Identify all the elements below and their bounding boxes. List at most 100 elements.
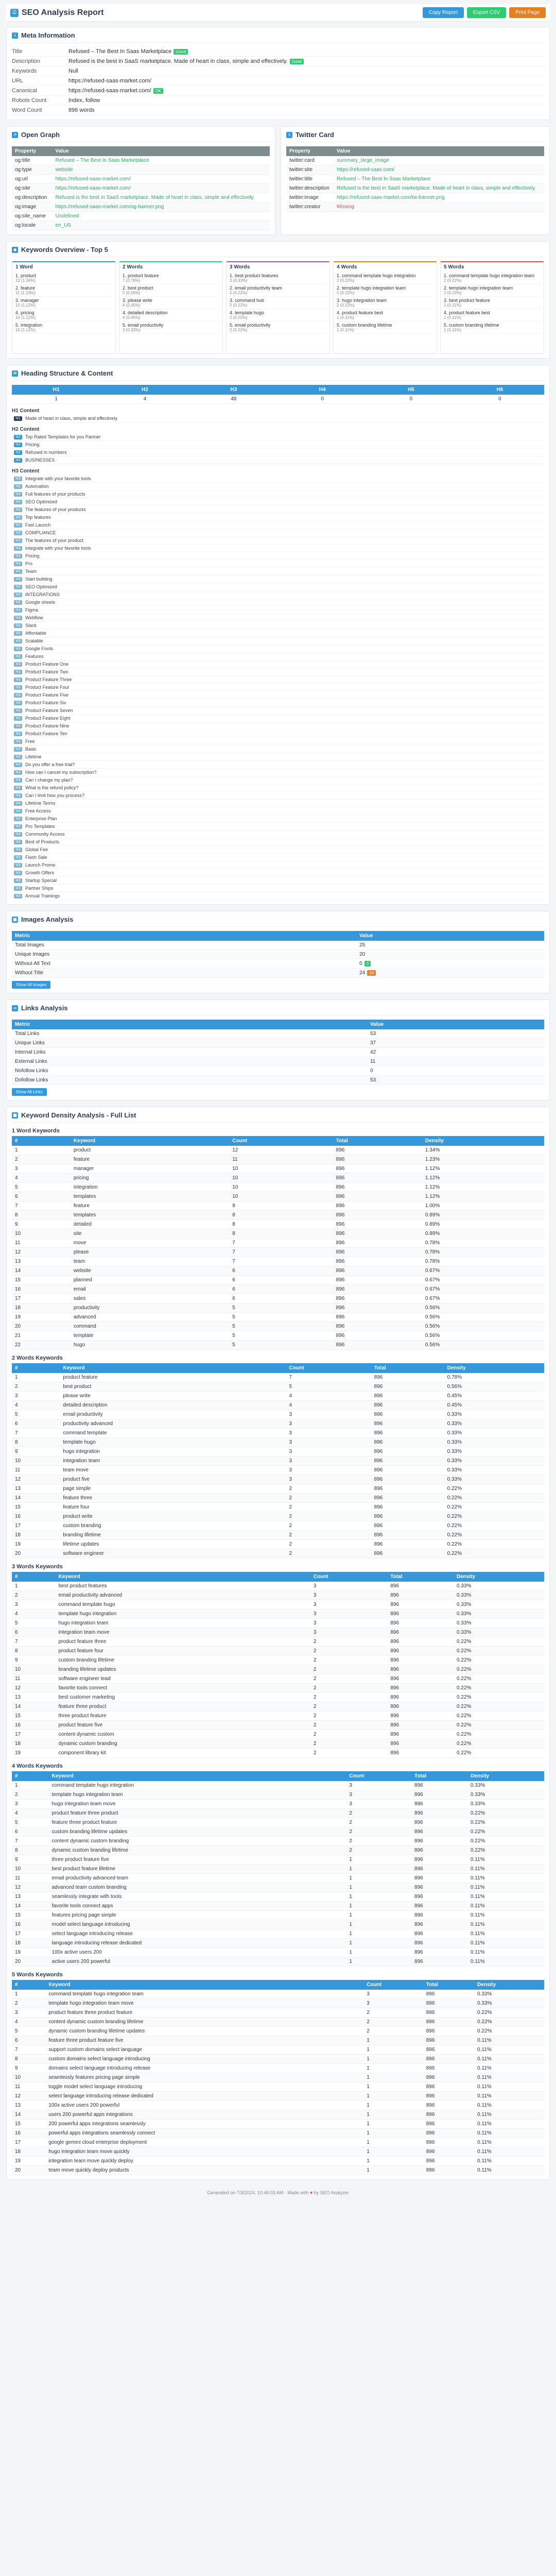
table-cell: feature three product xyxy=(55,1702,310,1711)
table-cell: 10 xyxy=(229,1192,333,1201)
meta-key: URL xyxy=(12,78,24,84)
heading-text: Enterprise Plan xyxy=(25,816,57,821)
table-cell: 0.67% xyxy=(422,1284,544,1294)
table-cell: 0.33% xyxy=(444,1447,544,1456)
table-row: 7 feature 9 896 1.00% xyxy=(12,1201,544,1211)
heading-item: H3 Free xyxy=(12,738,544,745)
heading-item: H3 Lifetime Terms xyxy=(12,800,544,807)
table-row: og:description Refused is the best in Saa… xyxy=(12,193,270,202)
keyword-item: 5. custom branding lifetime 1 (0.11%) xyxy=(337,321,433,334)
table-cell: 896 xyxy=(411,1920,467,1929)
heading-text: The features of your products xyxy=(25,507,86,512)
table-cell: 896 xyxy=(333,1210,422,1220)
keyword-text: 3. hugo integration team xyxy=(337,298,387,303)
table-cell: 896 xyxy=(411,1799,467,1809)
table-cell: 896 xyxy=(371,1428,444,1438)
table-cell: 1 xyxy=(363,2082,423,2092)
table-cell: 0.11% xyxy=(474,2063,544,2073)
print-page-button[interactable]: Print Page xyxy=(509,7,546,18)
table-cell: 16 xyxy=(12,1920,49,1929)
header-actions: Copy Report Export CSV Print Page xyxy=(422,7,546,18)
table-cell: feature three xyxy=(60,1493,286,1503)
table-cell: 19 xyxy=(12,1947,49,1957)
table-cell: product feature xyxy=(60,1373,286,1382)
table-cell: select language introducing release dedi… xyxy=(45,2091,364,2101)
table-row: 19 integration team move quickly deploy 1 8… xyxy=(12,2156,544,2166)
table-cell: 0.33% xyxy=(444,1428,544,1438)
table-cell: three product feature five xyxy=(48,1855,346,1865)
column-header: Metric xyxy=(12,931,357,941)
heading-text: Google sheets xyxy=(25,600,56,605)
table-cell: 0.22% xyxy=(453,1730,544,1739)
table-row: 20 software engineer 2 896 0.22% xyxy=(12,1549,544,1558)
table-cell: seamlessly features pricing page simple xyxy=(45,2073,364,2082)
metric-cell: External Links xyxy=(12,1057,367,1066)
property-cell: twitter:creator xyxy=(286,202,334,212)
table-row: 3 product feature three product feature 2 8… xyxy=(12,2008,544,2018)
heading-item: H3 Webflow xyxy=(12,614,544,622)
heading-item: H3 SEO Optimized xyxy=(12,583,544,591)
heading-tag: H3 xyxy=(14,631,22,636)
heading-tag: H3 xyxy=(14,731,22,736)
keyword-item: 1. command template hugo integration tea… xyxy=(444,272,541,284)
table-cell: 16 xyxy=(12,2128,46,2138)
table-cell: 4 xyxy=(12,1808,49,1818)
table-cell: 896 xyxy=(411,1836,467,1846)
table-cell: 0.33% xyxy=(467,1799,544,1809)
table-cell: 5 xyxy=(12,1182,71,1192)
keyword-count: 2 (0.22%) xyxy=(337,291,355,295)
table-row: 12 select language introducing release de… xyxy=(12,2091,544,2101)
keyword-text: 3. best product feature xyxy=(444,298,491,303)
heading-text: The features of your product xyxy=(25,538,84,543)
heading-tag: H3 xyxy=(14,808,22,814)
table-cell: 18 xyxy=(12,1938,49,1948)
heading-tag: H3 xyxy=(14,716,22,721)
table-cell: 3 xyxy=(310,1628,388,1637)
meta-value-text: Refused – The Best In Saas Marketplace xyxy=(68,48,172,55)
heading-text: Product Feature Two xyxy=(25,669,68,674)
show-all-links-button[interactable]: Show All Links xyxy=(12,1088,47,1096)
table-cell: hugo integration team xyxy=(55,1618,310,1628)
table-row: Total Images 25 xyxy=(12,941,544,950)
table-cell: 896 xyxy=(423,2073,475,2082)
heading-tag: H3 xyxy=(14,708,22,713)
keyword-item: 3. please write 4 (0.45%) xyxy=(123,297,219,309)
keyword-density-title: ▦ Keyword Density Analysis - Full List xyxy=(12,1111,544,1123)
table-row: 2 feature 11 896 1.23% xyxy=(12,1155,544,1164)
table-cell: 5 xyxy=(12,1618,56,1628)
export-csv-button[interactable]: Export CSV xyxy=(467,7,507,18)
table-cell: 0.11% xyxy=(474,2128,544,2138)
show-all-images-button[interactable]: Show All Images xyxy=(12,981,51,989)
table-row: 14 users 200 powerful apps integrations 1 8… xyxy=(12,2110,544,2120)
heading-item: H3 Can I change my plan? xyxy=(12,776,544,784)
heading-tag: H3 xyxy=(14,785,22,790)
table-cell: 18 xyxy=(12,1303,71,1313)
table-row: 6 integration team move 3 896 0.33% xyxy=(12,1628,544,1637)
heading-text: Figma xyxy=(25,607,39,613)
table-cell: 17 xyxy=(12,2138,46,2147)
heading-text: BUSINESSES xyxy=(25,457,55,463)
table-cell: 0.22% xyxy=(444,1539,544,1549)
table-cell: 896 xyxy=(411,1938,467,1948)
table-cell: 0.33% xyxy=(467,1790,544,1800)
table-row: 16 product write 2 896 0.22% xyxy=(12,1512,544,1521)
table-cell: content dynamic custom xyxy=(55,1730,310,1739)
column-header: Property xyxy=(12,146,53,156)
keyword-count: 1 (0.11%) xyxy=(444,303,462,308)
table-cell: 8 xyxy=(229,1229,333,1239)
column-header: # xyxy=(12,1136,71,1146)
page-title: SEO Analysis Report xyxy=(22,8,104,17)
table-row: 5 feature three product feature 2 896 0.22% xyxy=(12,1818,544,1827)
table-cell: 896 xyxy=(411,1929,467,1939)
heading-text: Features xyxy=(25,654,44,659)
heading-text: SEO Optimized xyxy=(25,584,58,589)
column-header: # xyxy=(12,1980,46,1990)
copy-report-button[interactable]: Copy Report xyxy=(422,7,464,18)
keyword-column: 2 Words 1. product feature 7 (0.78%) 2. bes… xyxy=(119,261,223,354)
table-row: 1 command template hugo integration 3 896 0.… xyxy=(12,1781,544,1790)
table-cell: 10 xyxy=(229,1182,333,1192)
meta-rows: Title Refused – The Best In Saas Marketpl… xyxy=(12,47,544,115)
table-cell: template hugo integration team xyxy=(48,1790,346,1800)
image-icon: ▣ xyxy=(12,916,18,923)
table-cell: 0.22% xyxy=(453,1692,544,1702)
